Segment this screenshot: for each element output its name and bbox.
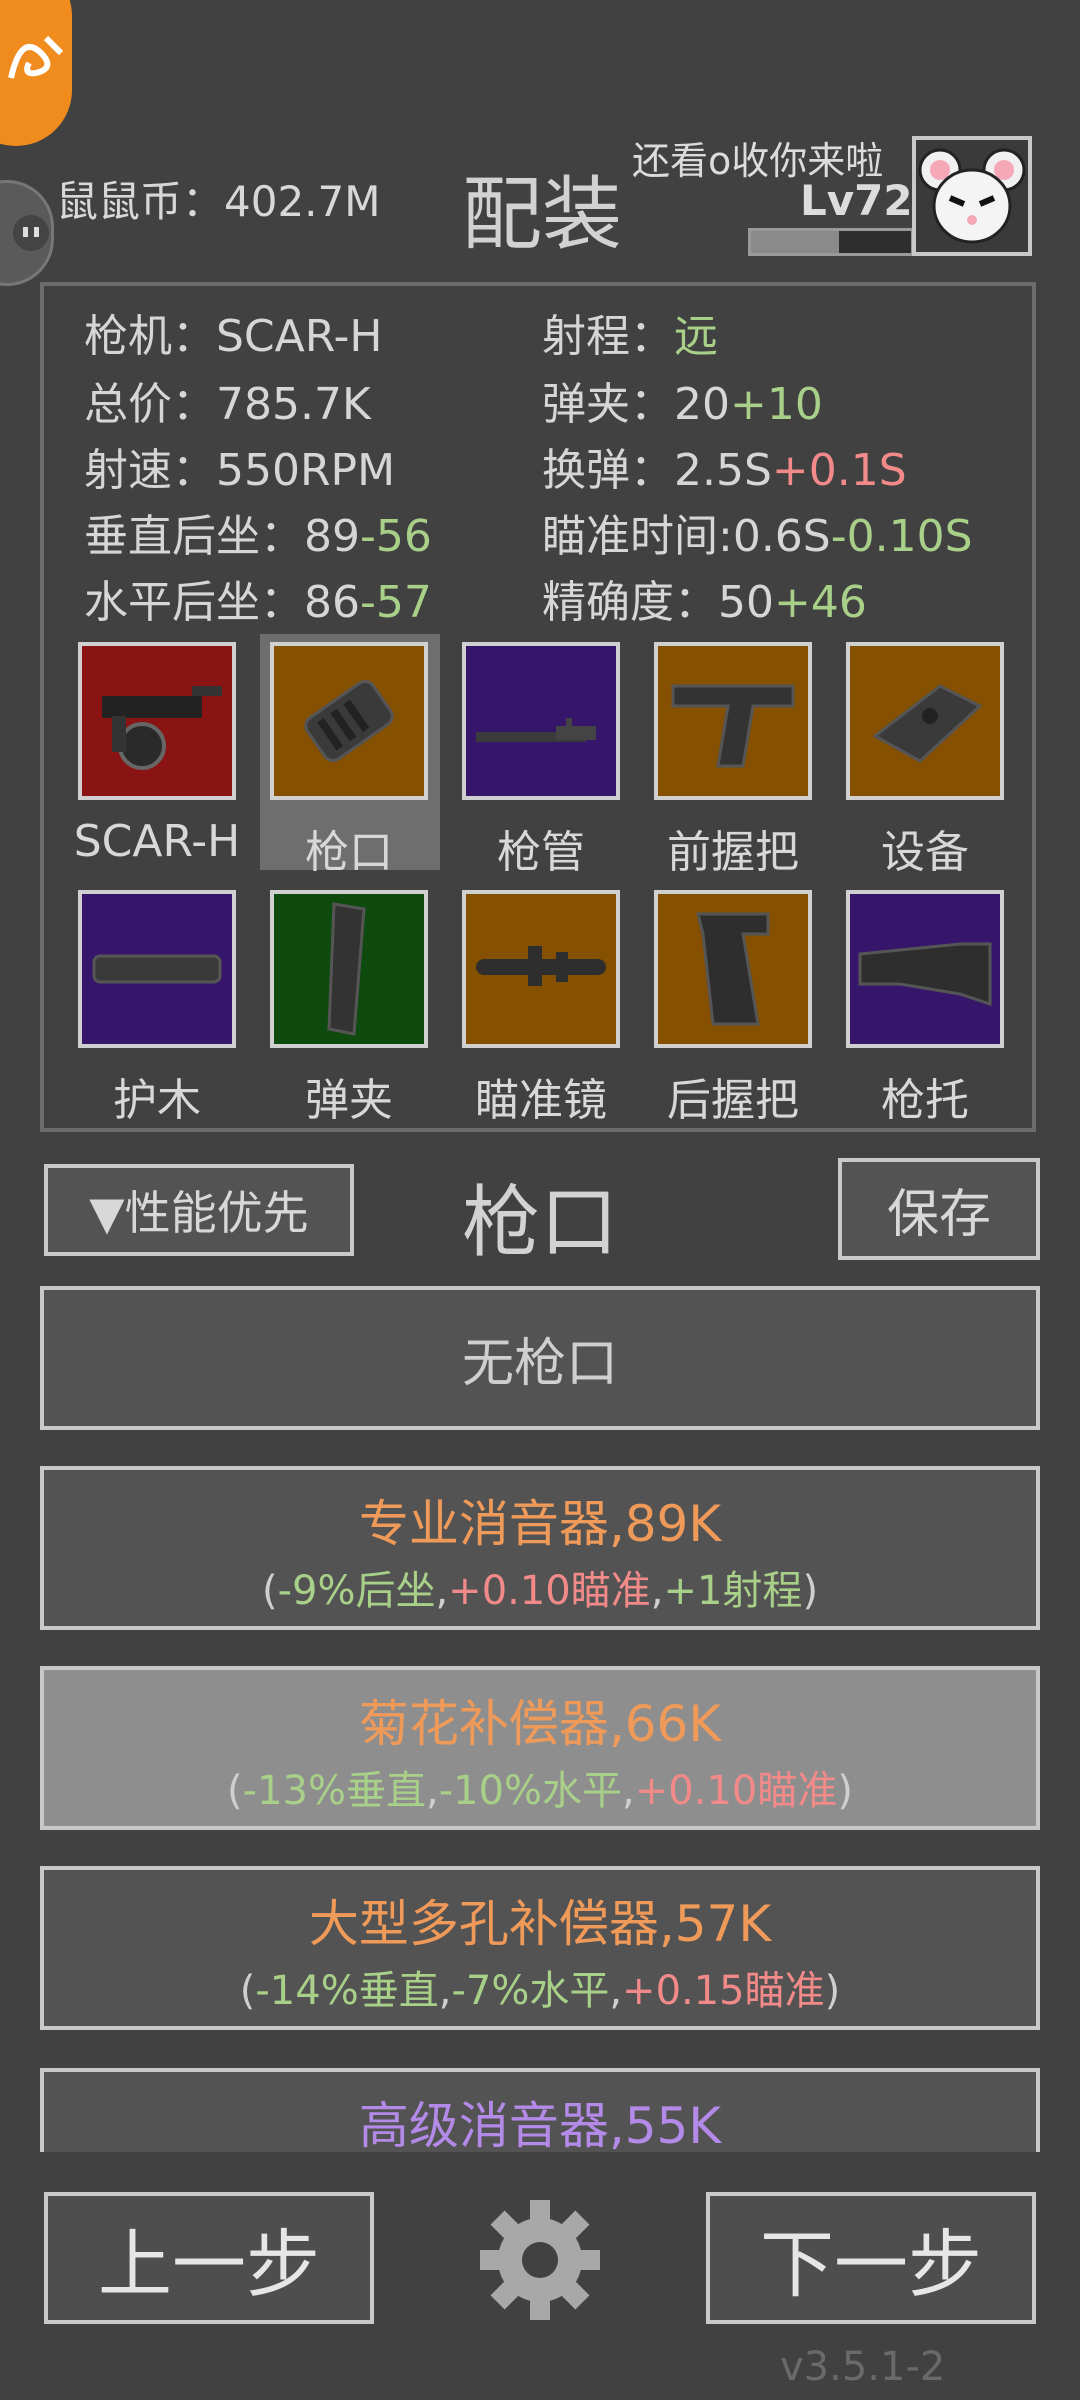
side-menu-tab[interactable] [0, 180, 54, 286]
handguard-icon [92, 954, 222, 984]
mouse-avatar-icon [918, 148, 1026, 244]
settings-button[interactable] [474, 2194, 606, 2326]
option-name: 大型多孔补偿器,57K [308, 1895, 772, 1953]
stat-vertical-recoil: 垂直后坐：89-56 [84, 511, 432, 562]
option-name: 菊花补偿器,66K [358, 1695, 722, 1753]
coin-balance: 鼠鼠币：402.7M [56, 177, 381, 226]
slot-barrel[interactable] [462, 642, 620, 800]
slot-magazine[interactable] [270, 890, 428, 1048]
swirl-logo-icon [8, 35, 64, 79]
sort-dropdown[interactable]: ▼性能优先 [44, 1164, 354, 1256]
slot-label-stock: 枪托 [881, 1075, 969, 1126]
muzzle-icon [304, 680, 394, 762]
option-pro-suppressor[interactable]: 专业消音器,89K (-9%后坐,+0.10瞄准,+1射程) [40, 1466, 1040, 1630]
slot-label-magazine: 弹夹 [305, 1075, 393, 1126]
game-logo-badge[interactable] [0, 0, 72, 146]
version-label: v3.5.1-2 [780, 2344, 946, 2390]
slot-label-pistol-grip: 后握把 [667, 1075, 799, 1126]
stat-accuracy: 精确度：50+46 [542, 577, 867, 628]
avatar[interactable] [912, 136, 1032, 256]
stat-fire-rate: 射速：550RPM [84, 445, 396, 496]
stat-range: 射程：远 [542, 311, 718, 362]
option-desc: (-9%后坐,+0.10瞄准,+1射程) [261, 1568, 819, 1614]
option-advanced-suppressor[interactable]: 高级消音器,55K [40, 2068, 1040, 2152]
slot-label-gun: SCAR-H [73, 816, 241, 867]
slot-device[interactable] [846, 642, 1004, 800]
slot-label-muzzle: 枪口 [305, 827, 393, 878]
slot-label-barrel: 枪管 [497, 827, 585, 878]
slot-label-foregrip: 前握把 [667, 827, 799, 878]
barrel-icon [476, 718, 596, 742]
section-title: 枪口 [462, 1178, 619, 1268]
stat-magazine: 弹夹：20+10 [542, 379, 823, 430]
ghost-icon [13, 215, 49, 251]
slot-muzzle[interactable] [270, 642, 428, 800]
option-desc: (-13%垂直,-10%水平,+0.10瞄准) [227, 1768, 853, 1814]
stat-gun: 枪机：SCAR-H [84, 311, 383, 362]
pistol-grip-icon [696, 912, 770, 1026]
option-desc: (-14%垂直,-7%水平,+0.15瞄准) [239, 1968, 841, 2014]
xp-bar-fill [751, 231, 839, 253]
save-button[interactable]: 保存 [838, 1158, 1040, 1260]
slot-label-device: 设备 [881, 827, 969, 878]
page-title: 配装 [462, 168, 622, 261]
stock-icon [858, 942, 992, 1007]
option-large-compensator[interactable]: 大型多孔补偿器,57K (-14%垂直,-7%水平,+0.15瞄准) [40, 1866, 1040, 2030]
slot-label-scope: 瞄准镜 [475, 1075, 607, 1126]
foregrip-icon [671, 684, 795, 768]
prev-step-button[interactable]: 上一步 [44, 2192, 374, 2324]
option-no-muzzle[interactable]: 无枪口 [40, 1286, 1040, 1430]
magazine-icon [327, 902, 366, 1036]
slot-stock[interactable] [846, 890, 1004, 1048]
device-icon [872, 684, 983, 763]
stat-horizontal-recoil: 水平后坐：86-57 [84, 577, 432, 628]
rifle-icon [102, 686, 222, 770]
gear-icon [480, 2200, 600, 2320]
slot-scope[interactable] [462, 890, 620, 1048]
stat-price: 总价：785.7K [84, 379, 371, 430]
option-name: 无枪口 [461, 1333, 618, 1394]
player-level: Lv72 [800, 176, 913, 225]
option-compensator-selected[interactable]: 菊花补偿器,66K (-13%垂直,-10%水平,+0.10瞄准) [40, 1666, 1040, 1830]
slot-gun[interactable] [78, 642, 236, 800]
slot-foregrip[interactable] [654, 642, 812, 800]
next-step-button[interactable]: 下一步 [706, 2192, 1036, 2324]
xp-bar [748, 228, 914, 256]
weapon-stats-panel: 枪机：SCAR-H 总价：785.7K 射速：550RPM 垂直后坐：89-56… [40, 282, 1036, 1132]
slot-label-handguard: 护木 [113, 1075, 201, 1126]
option-name: 专业消音器,89K [358, 1495, 722, 1553]
slot-pistol-grip[interactable] [654, 890, 812, 1048]
slot-handguard[interactable] [78, 890, 236, 1048]
stat-reload: 换弹：2.5S+0.1S [542, 445, 907, 496]
scope-icon [476, 946, 606, 986]
option-name: 高级消音器,55K [358, 2097, 722, 2152]
stat-aim-time: 瞄准时间:0.6S-0.10S [542, 511, 973, 562]
